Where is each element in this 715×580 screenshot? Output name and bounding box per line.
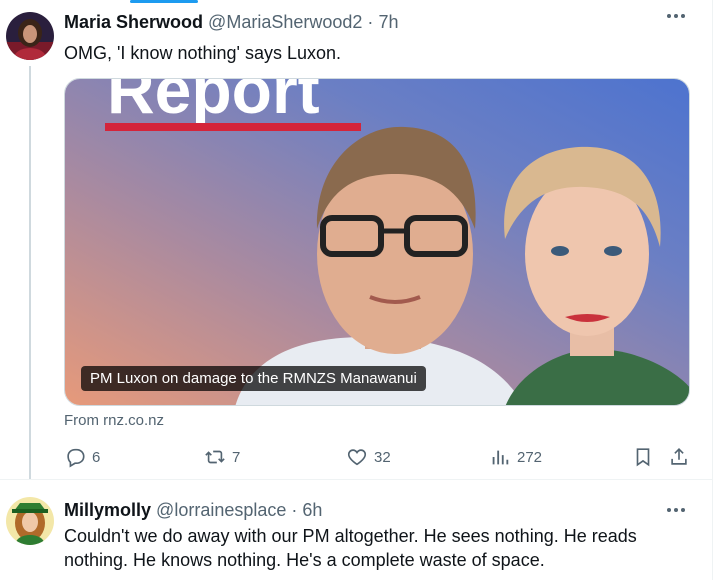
heart-icon [347, 449, 367, 466]
tweet-header: Maria Sherwood @MariaSherwood2 · 7h [64, 11, 398, 33]
reply-count: 6 [92, 448, 101, 466]
views-count: 272 [517, 448, 543, 466]
tweet-text: OMG, 'I know nothing' says Luxon. [64, 43, 342, 63]
share-button[interactable] [668, 446, 690, 468]
card-image: Report [65, 79, 689, 405]
tweet-text: Couldn't we do away with our PM altogeth… [64, 524, 637, 572]
reply-button[interactable]: 6 [64, 446, 100, 468]
card-caption: PM Luxon on damage to the RMNZS Manawanu… [81, 366, 426, 391]
more-options-button[interactable] [667, 14, 687, 20]
card-source[interactable]: From rnz.co.nz [64, 412, 164, 429]
separator: · [367, 12, 374, 32]
avatar[interactable] [6, 12, 54, 60]
link-card[interactable]: Report PM Luxon on damage to the RMNZS M… [64, 78, 690, 406]
brand-text: Report [107, 79, 320, 127]
share-icon [671, 448, 687, 465]
timestamp[interactable]: 6h [302, 500, 322, 520]
reply-icon [67, 448, 85, 468]
repost-icon [205, 450, 225, 464]
avatar[interactable] [6, 497, 54, 545]
tweet-actions: 6 7 32 272 [64, 446, 694, 470]
display-name[interactable]: Maria Sherwood [64, 12, 203, 32]
repost-count: 7 [232, 448, 241, 466]
user-handle[interactable]: @lorrainesplace [156, 500, 286, 520]
tweet-text-line: nothing. He knows nothing. He's a comple… [64, 550, 545, 570]
bookmark-button[interactable] [632, 446, 654, 468]
tweet-millymolly[interactable]: Millymolly @lorrainesplace · 6h Couldn't… [0, 480, 713, 580]
views-button[interactable]: 272 [489, 446, 542, 468]
brand-underline [105, 123, 361, 131]
tweet-maria-sherwood[interactable]: Maria Sherwood @MariaSherwood2 · 7h OMG,… [0, 0, 713, 479]
tweet-text-line: Couldn't we do away with our PM altogeth… [64, 526, 637, 546]
separator: · [291, 500, 298, 520]
views-chart-icon [492, 450, 509, 465]
timestamp[interactable]: 7h [378, 12, 398, 32]
more-options-button[interactable] [667, 508, 687, 514]
like-count: 32 [374, 448, 391, 466]
bookmark-icon [636, 448, 650, 467]
user-handle[interactable]: @MariaSherwood2 [208, 12, 362, 32]
like-button[interactable]: 32 [346, 446, 391, 468]
tweet-header: Millymolly @lorrainesplace · 6h [64, 499, 322, 521]
display-name[interactable]: Millymolly [64, 500, 151, 520]
repost-button[interactable]: 7 [204, 446, 240, 468]
